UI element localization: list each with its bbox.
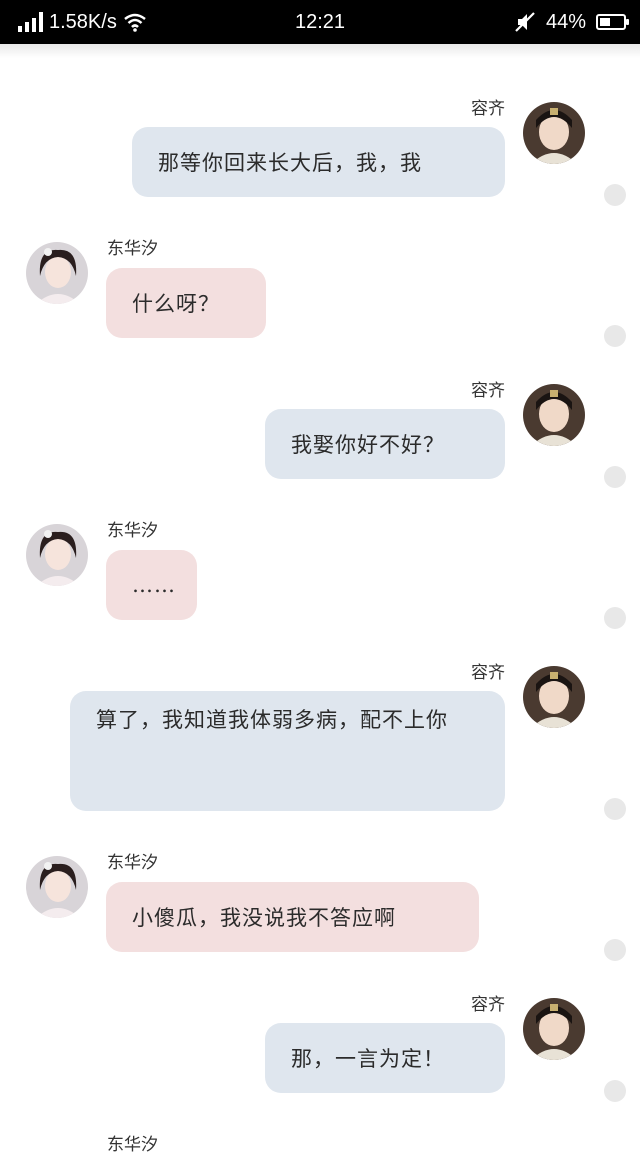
battery-icon	[596, 14, 629, 30]
status-bar: 1.58K/s 12:21 44%	[0, 0, 640, 44]
message-text: 小傻瓜，我没说我不答应啊	[132, 906, 396, 930]
status-right: 44%	[514, 8, 629, 36]
chat-area[interactable]: 容齐 那等你回来长大后，我，我 东华汐 什么呀？ 容齐 我娶你好不好？ 东华汐	[0, 44, 640, 1155]
sender-name: 容齐	[471, 663, 505, 683]
male-avatar[interactable]	[523, 998, 585, 1060]
message-text: 算了，我知道我体弱多病，配不上你	[96, 708, 448, 732]
message-text: 什么呀？	[132, 292, 220, 316]
sender-name: 东华汐	[107, 853, 158, 873]
message-bubble[interactable]: ……	[106, 550, 197, 620]
message-bubble[interactable]: 我娶你好不好？	[265, 409, 505, 479]
message-text: 我娶你好不好？	[291, 433, 445, 457]
read-status-dot	[604, 607, 626, 629]
message-bubble[interactable]: 那等你回来长大后，我，我	[132, 127, 505, 197]
male-avatar[interactable]	[523, 102, 585, 164]
read-status-dot	[604, 939, 626, 961]
male-avatar[interactable]	[523, 666, 585, 728]
battery-percent: 44%	[545, 10, 586, 33]
female-avatar[interactable]	[26, 524, 88, 586]
male-avatar[interactable]	[523, 384, 585, 446]
message-text: 那等你回来长大后，我，我	[158, 151, 422, 175]
sender-name: 容齐	[471, 995, 505, 1015]
sender-name: 容齐	[471, 99, 505, 119]
sender-name: 东华汐	[107, 1135, 158, 1155]
read-status-dot	[604, 1080, 626, 1102]
female-avatar[interactable]	[26, 242, 88, 304]
battery-level	[600, 18, 610, 26]
message-text: ……	[132, 573, 176, 597]
sender-name: 容齐	[471, 381, 505, 401]
message-bubble[interactable]: 小傻瓜，我没说我不答应啊	[106, 882, 479, 952]
read-status-dot	[604, 466, 626, 488]
read-status-dot	[604, 798, 626, 820]
mute-icon	[515, 12, 535, 32]
read-status-dot	[604, 325, 626, 347]
message-text: 那，一言为定！	[291, 1047, 445, 1071]
message-bubble[interactable]: 那，一言为定！	[265, 1023, 505, 1093]
sender-name: 东华汐	[107, 239, 158, 259]
sender-name: 东华汐	[107, 521, 158, 541]
message-bubble[interactable]: 算了，我知道我体弱多病，配不上你	[70, 691, 505, 811]
read-status-dot	[604, 184, 626, 206]
female-avatar[interactable]	[26, 856, 88, 918]
message-bubble[interactable]: 什么呀？	[106, 268, 266, 338]
